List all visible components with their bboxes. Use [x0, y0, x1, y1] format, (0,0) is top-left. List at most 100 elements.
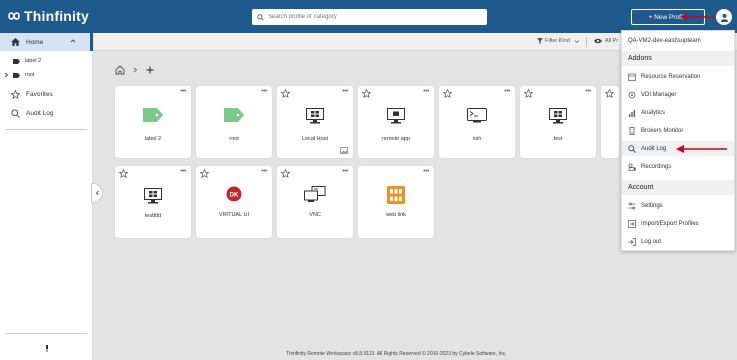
filter-icon	[537, 38, 543, 44]
sidebar-item-audit-log[interactable]: Audit Log	[0, 105, 93, 121]
chevron-right-icon	[133, 67, 138, 73]
profile-card-testttttt[interactable]: ••• testttttt	[115, 166, 191, 238]
filter-kind-dropdown[interactable]: Filter Kind	[537, 38, 582, 44]
addons-section-title: Addons	[622, 51, 734, 66]
annotation-arrow-icon	[676, 145, 727, 153]
star-icon[interactable]	[524, 89, 533, 98]
logo[interactable]: Thinfinity	[6, 8, 89, 24]
menu-item-label: Analytics	[641, 109, 666, 116]
star-icon[interactable]	[200, 169, 209, 178]
menu-item-label: Import/Export Profiles	[641, 220, 699, 227]
star-icon[interactable]	[362, 89, 371, 98]
profile-card-vnc[interactable]: ••• VNC	[277, 166, 353, 238]
sidebar-item-label-2[interactable]: label 2	[0, 54, 93, 68]
profile-card-remote-app[interactable]: ••• remote app	[358, 86, 434, 158]
menu-item-resource-reservation[interactable]: Resource Reservation	[622, 69, 734, 84]
more-options-icon[interactable]: •••	[423, 168, 429, 175]
menu-item-label: Brokers Monitor	[641, 127, 684, 134]
menu-item-label: Resource Reservation	[641, 73, 701, 80]
plus-icon[interactable]	[146, 66, 154, 74]
profile-card-label: ssh	[472, 136, 482, 142]
profile-card-web-link[interactable]: ••• web link	[358, 166, 434, 238]
sidebar-item-root[interactable]: root	[0, 68, 93, 82]
more-options-icon[interactable]: •••	[261, 168, 267, 175]
menu-item-analytics[interactable]: Analytics	[622, 105, 734, 120]
profile-card-label: web link	[386, 212, 406, 218]
monitor-icon	[549, 108, 567, 124]
menu-item-log-out[interactable]: Log out	[622, 234, 734, 249]
chevron-up-icon[interactable]	[70, 38, 76, 44]
star-icon[interactable]	[281, 89, 290, 98]
search-input[interactable]	[268, 14, 478, 20]
user-dropdown-menu: QA-VM2-dev-east\supteam Addons Resource …	[621, 30, 735, 251]
sidebar-item-label: Audit Log	[26, 109, 54, 117]
user-icon	[720, 13, 728, 22]
profile-card-root[interactable]: ••• root	[196, 86, 272, 158]
sidebar-item-home[interactable]: Home	[0, 33, 93, 51]
menu-item-recordings[interactable]: Recordings	[622, 159, 734, 174]
home-outline-icon[interactable]	[115, 65, 125, 75]
monitor-icon	[144, 188, 162, 204]
chevron-down-icon	[574, 39, 580, 43]
profile-card-label: test	[553, 136, 563, 142]
profile-card-label-2[interactable]: ••• label 2	[115, 86, 191, 158]
sidebar-item-favorites[interactable]: Favorites	[0, 86, 93, 102]
menu-item-brokers-monitor[interactable]: Brokers Monitor	[622, 123, 734, 138]
profile-card-partial[interactable]	[601, 86, 619, 158]
profile-card-virtual-ui[interactable]: ••• DK VIRTUAL UI	[196, 166, 272, 238]
bar-chart-icon	[629, 109, 635, 117]
view-toggle[interactable]: All Pr	[594, 38, 618, 44]
logout-icon	[628, 237, 636, 246]
filter-kind-label: Filter Kind	[545, 38, 570, 44]
menu-item-settings[interactable]: Settings	[622, 198, 734, 213]
sidebar-item-label: Favorites	[26, 90, 53, 98]
profile-card-label: Local Host	[302, 136, 328, 142]
divider	[5, 129, 87, 130]
sidebar-collapse-button[interactable]	[91, 183, 103, 203]
menu-item-label: Audit Log	[641, 145, 667, 152]
profile-card-test[interactable]: ••• test	[520, 86, 596, 158]
more-options-icon[interactable]: •••	[342, 168, 348, 175]
star-icon[interactable]	[443, 89, 452, 98]
profile-card-label: VIRTUAL UI	[219, 212, 249, 218]
recordings-icon	[628, 163, 636, 171]
menu-item-label: VDI Manager	[641, 91, 677, 98]
star-icon[interactable]	[605, 89, 614, 98]
more-options-icon[interactable]: •••	[180, 168, 186, 175]
menu-item-import-export-profiles[interactable]: Import/Export Profiles	[622, 216, 734, 231]
pin-icon[interactable]	[45, 345, 49, 352]
profile-card-ssh[interactable]: ••• ssh	[439, 86, 515, 158]
sidebar-item-label: label 2	[25, 58, 42, 64]
logo-text: Thinfinity	[24, 8, 89, 24]
tag-icon	[13, 72, 20, 78]
profile-card-label: VNC	[309, 212, 321, 218]
more-options-icon[interactable]: •••	[423, 88, 429, 95]
monitor-icon	[387, 108, 405, 124]
profile-card-local-host[interactable]: ••• Local Host	[277, 86, 353, 158]
more-options-icon[interactable]: •••	[585, 88, 591, 95]
import-export-icon	[628, 219, 636, 228]
more-options-icon[interactable]: •••	[504, 88, 510, 95]
current-user-label: QA-VM2-dev-east\supteam	[628, 38, 701, 44]
more-options-icon[interactable]: •••	[342, 88, 348, 95]
vnc-icon	[304, 186, 326, 202]
star-icon[interactable]	[119, 169, 128, 178]
search-box[interactable]	[252, 9, 487, 25]
profile-card-label: testttttt	[144, 213, 162, 219]
home-icon	[11, 38, 20, 46]
tag-icon	[143, 108, 163, 122]
annotation-arrow-icon	[680, 13, 714, 21]
more-options-icon[interactable]: •••	[261, 88, 267, 95]
menu-item-vdi-manager[interactable]: VDI Manager	[622, 87, 734, 102]
search-icon	[11, 108, 20, 118]
device-icon	[629, 126, 635, 135]
star-icon[interactable]	[281, 169, 290, 178]
user-avatar-button[interactable]	[716, 9, 732, 25]
profile-card-label: root	[229, 136, 239, 142]
terminal-icon	[467, 108, 487, 123]
vdi-icon	[628, 91, 636, 98]
footer-copyright: Thinfinity Remote Workspace v8.8.9113. A…	[286, 351, 507, 357]
more-options-icon[interactable]: •••	[180, 88, 186, 95]
chevron-right-icon[interactable]	[4, 72, 9, 78]
tag-icon	[13, 58, 20, 64]
